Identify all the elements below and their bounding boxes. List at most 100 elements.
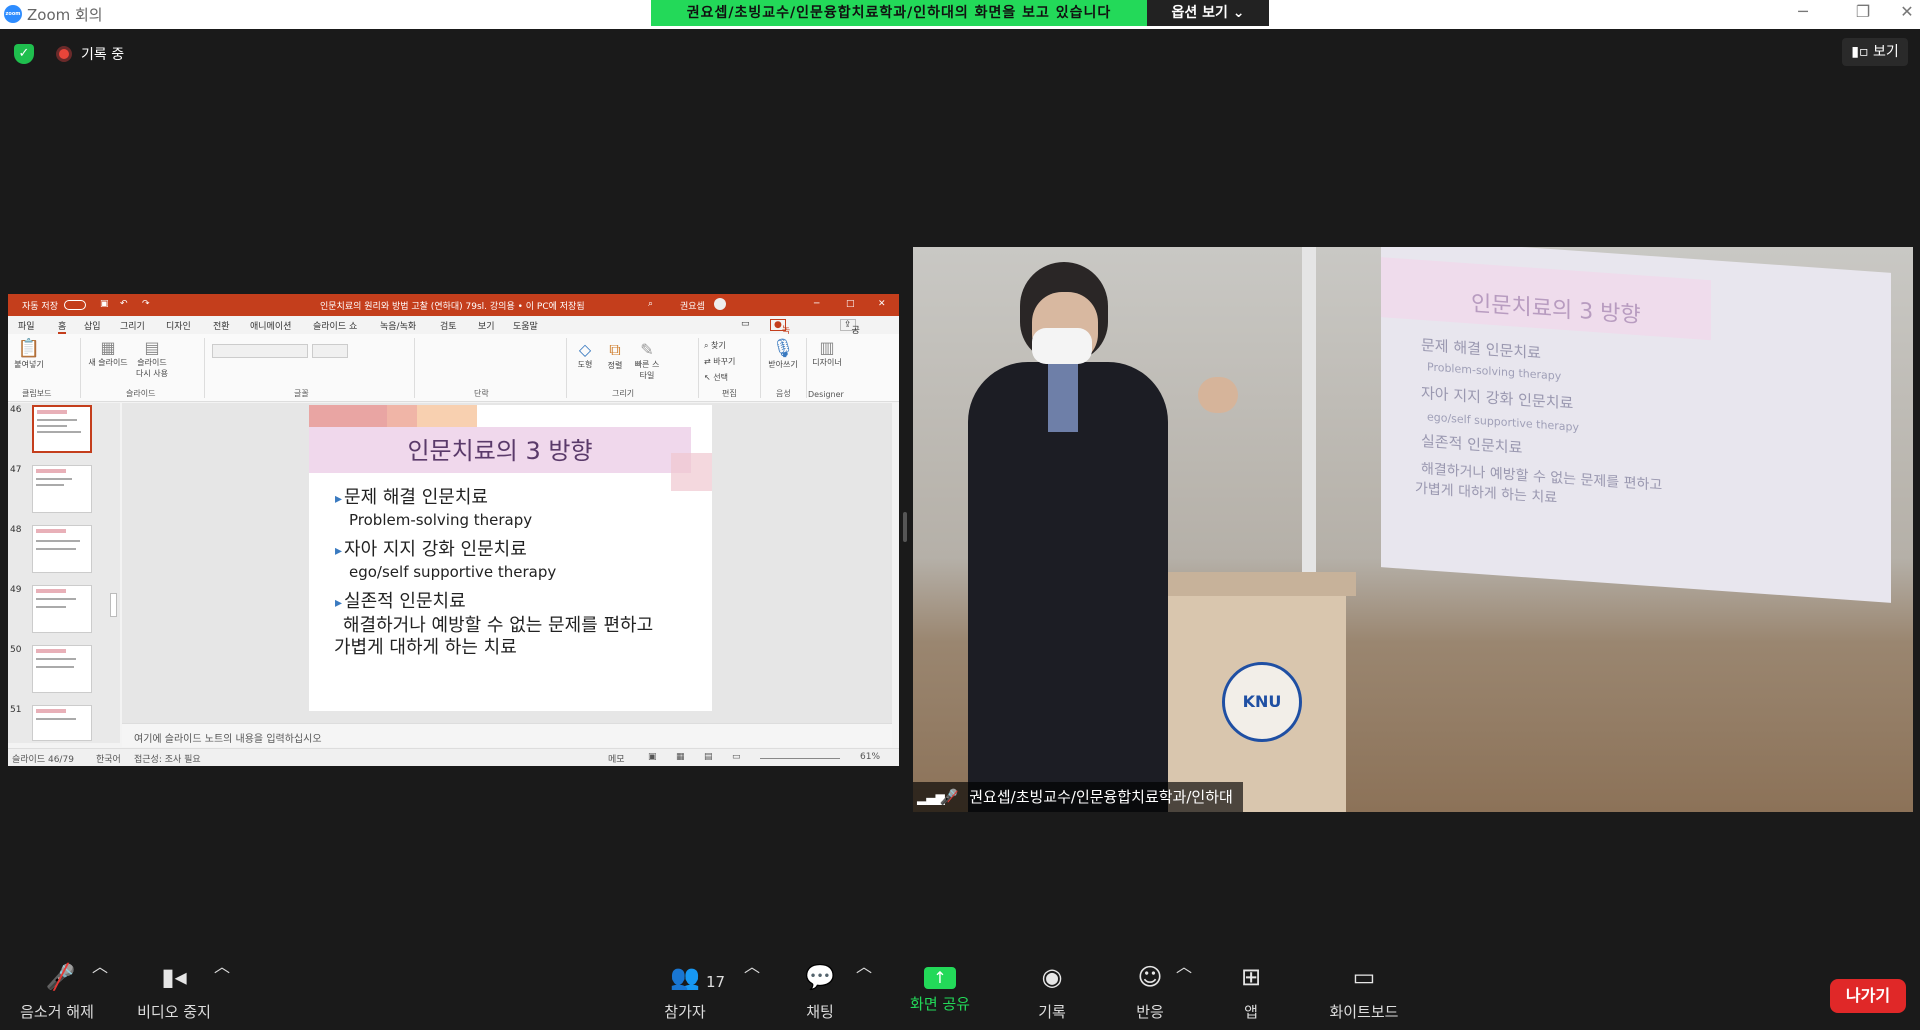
comment-icon[interactable]: ▭ [741,319,750,329]
view-label: 보기 [1872,44,1899,60]
slide-thumbnail[interactable] [32,405,92,453]
thumb-number: 49 [10,585,22,595]
arrange-button[interactable]: ⧉ 정렬 [602,340,628,371]
new-slide-button[interactable]: ▦ 새 슬라이드 [88,338,128,368]
participants-button[interactable]: 👥 참가자 [654,953,716,1030]
menu-home[interactable]: 홈 [58,319,67,334]
designer-button[interactable]: ▥ 디자이너 [812,338,842,368]
redo-icon[interactable]: ↷ [142,299,150,309]
dictate-button[interactable]: 🎙 받아쓰기 [768,338,798,370]
participant-count: 17 [706,973,726,991]
slide-title: 인문치료의 3 방향 [407,437,593,465]
speaker-video[interactable]: 인문치료의 3 방향 문제 해결 인문치료 Problem-solving th… [913,247,1913,812]
quick-style-button[interactable]: ✎ 빠른 스타일 [632,340,662,381]
video-options-chevron-icon[interactable]: ︿ [214,953,230,1030]
shape-button[interactable]: ◇ 도형 [572,340,598,370]
ppt-minimize-icon[interactable]: ─ [814,299,819,309]
menu-slideshow[interactable]: 슬라이드 쇼 [313,319,357,332]
record-button[interactable]: ◉ 기록 [1024,953,1080,1030]
slide-thumbnail[interactable] [32,585,92,633]
reuse-slide-button[interactable]: ▤ 슬라이드 다시 사용 [134,338,170,379]
reactions-chevron-icon[interactable]: ︿ [1176,953,1192,1030]
zoom-level[interactable]: 61% [860,752,880,762]
ppt-restore-icon[interactable]: □ [846,299,855,309]
share-screen-label: 화면 공유 [910,995,970,1013]
scrollbar-thumb[interactable] [110,593,117,617]
paste-button[interactable]: 📋 붙여넣기 [14,338,44,370]
select-button[interactable]: ↖ 선택 [704,372,744,383]
normal-view-icon[interactable]: ▣ [648,752,657,762]
menu-file[interactable]: 파일 [18,319,35,332]
projected-line: ego/self supportive therapy [1427,410,1579,435]
slide-thumbnail[interactable] [32,705,92,741]
font-name-box[interactable] [212,344,308,358]
minimize-icon[interactable]: ─ [1783,2,1823,21]
whiteboard-label: 화이트보드 [1329,1003,1399,1021]
ppt-search-icon[interactable]: ⌕ [648,299,653,309]
leave-button[interactable]: 나가기 [1830,979,1906,1013]
meeting-toolbar: 🎤╱ 음소거 해제 ︿ ▮◂ 비디오 중지 ︿ 👥 참가자 17 ︿ 💬 채팅 … [0,953,1920,1030]
lectern: KNU [1156,572,1356,812]
menu-draw[interactable]: 그리기 [120,319,145,332]
ppt-close-icon[interactable]: ✕ [878,299,886,309]
ppt-record-button[interactable]: ● 녹음/녹화 [770,319,793,375]
unmute-button[interactable]: 🎤╱ 음소거 해제 [12,953,102,1030]
slideshow-icon[interactable]: ▭ [732,752,741,762]
view-layout-icon: ▮▫ [1851,44,1869,60]
view-button[interactable]: ▮▫ 보기 [1842,38,1908,66]
window-title: Zoom 회의 [27,6,103,24]
notes-field[interactable]: 여기에 슬라이드 노트의 내용을 입력하십시오 [122,723,892,747]
ribbon-divider [80,338,81,398]
save-icon[interactable]: ▣ [100,299,109,309]
undo-icon[interactable]: ↶ [120,299,128,309]
split-handle[interactable] [903,512,907,542]
zoom-slider[interactable] [760,758,840,759]
apps-button[interactable]: ⊞ 앱 [1228,953,1274,1030]
thumb-number: 51 [10,705,22,715]
accessibility-status[interactable]: 접근성: 조사 필요 [134,752,201,765]
menu-insert[interactable]: 삽입 [84,319,101,332]
ppt-share-button[interactable]: ⇪ 공유 [840,319,860,349]
menu-transitions[interactable]: 전환 [213,319,230,332]
menu-view[interactable]: 보기 [478,319,495,332]
font-size-box[interactable] [312,344,348,358]
ppt-document-title: 인문치료의 원리와 방법 고찰 (연하대) 79sl. 강의용 • 이 PC에 … [320,302,585,312]
menu-design[interactable]: 디자인 [166,319,191,332]
arrange-icon: ⧉ [609,340,621,359]
close-icon[interactable]: ✕ [1895,2,1919,21]
current-slide[interactable]: 인문치료의 3 방향 문제 해결 인문치료 Problem-solving th… [309,405,712,711]
menu-review[interactable]: 검토 [440,319,457,332]
ppt-user-name: 권요셉 [680,302,705,312]
slide-canvas: 인문치료의 3 방향 문제 해결 인문치료 Problem-solving th… [122,403,892,723]
reactions-button[interactable]: ☺ 반응 [1122,953,1178,1030]
audio-options-chevron-icon[interactable]: ︿ [92,953,108,1030]
replace-button[interactable]: ⇄ 바꾸기 [704,356,744,367]
find-button[interactable]: ⌕ 찾기 [704,340,744,351]
group-editing: 편집 [722,389,737,398]
encryption-shield-icon[interactable]: ✓ [14,44,34,64]
autosave-toggle[interactable] [64,300,86,310]
reading-view-icon[interactable]: ▤ [704,752,713,762]
shape-icon: ◇ [578,340,592,359]
restore-icon[interactable]: ❐ [1843,2,1883,21]
slide-thumbnail[interactable] [32,645,92,693]
menu-animations[interactable]: 애니메이션 [250,319,291,332]
chat-label: 채팅 [806,1003,834,1021]
slide-thumbnail[interactable] [32,465,92,513]
whiteboard-button[interactable]: ▭ 화이트보드 [1316,953,1412,1030]
chat-button[interactable]: 💬 채팅 [796,953,844,1030]
projected-line: 문제 해결 인문치료 [1421,335,1541,363]
stop-video-button[interactable]: ▮◂ 비디오 중지 [124,953,224,1030]
chat-chevron-icon[interactable]: ︿ [856,953,872,1030]
participants-chevron-icon[interactable]: ︿ [744,953,760,1030]
slide-thumbnail[interactable] [32,525,92,573]
slide-sorter-icon[interactable]: ▦ [676,752,685,762]
notes-toggle[interactable]: 메모 [608,752,625,765]
view-options-button[interactable]: 옵션 보기 ⌄ [1147,0,1269,26]
menu-help[interactable]: 도움말 [513,319,538,332]
thumbnail-scrollbar[interactable] [109,403,118,743]
share-screen-button[interactable]: ↑ 화면 공유 [898,953,982,1030]
menu-recording[interactable]: 녹음/녹화 [380,319,416,332]
ppt-avatar[interactable] [714,298,726,310]
apps-label: 앱 [1244,1003,1258,1021]
